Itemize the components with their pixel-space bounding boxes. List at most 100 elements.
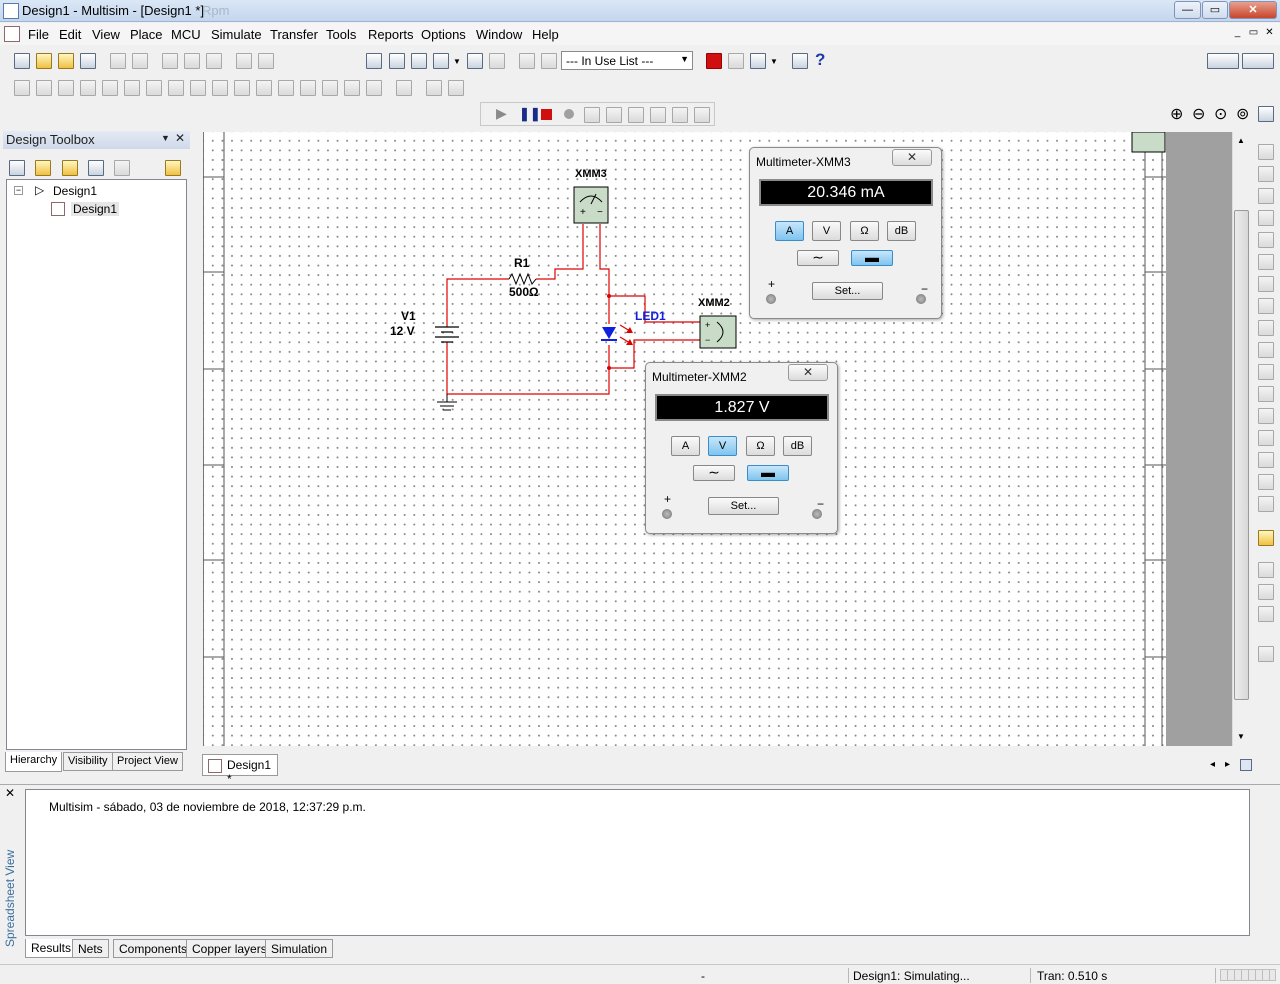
paste-icon[interactable] [206, 53, 222, 69]
xmm2-set-button[interactable]: Set... [708, 497, 779, 515]
mdi-restore-button[interactable]: ▭ [1246, 26, 1261, 40]
basic-component-icon[interactable] [36, 80, 52, 96]
multisim-app-icon[interactable] [3, 3, 19, 19]
connector-component-icon[interactable] [366, 80, 382, 96]
transfer-icon[interactable] [750, 53, 766, 69]
advanced-peripherals-icon[interactable] [278, 80, 294, 96]
minimize-button[interactable]: — [1174, 1, 1201, 19]
tab-simulation[interactable]: Simulation [265, 939, 334, 958]
toolbox-menu-arrow-icon[interactable]: ▼ [161, 133, 170, 143]
tab-list-icon[interactable] [1240, 759, 1252, 771]
menu-place[interactable]: Place [130, 27, 163, 42]
pause-at-next-icon[interactable] [564, 109, 574, 119]
xmm2-positive-terminal[interactable] [662, 509, 672, 519]
oscilloscope-icon[interactable] [1258, 210, 1274, 226]
undo-icon[interactable] [236, 53, 252, 69]
tree-item-design-root[interactable]: Design1 [53, 184, 97, 198]
xmm2-ohmmeter-button[interactable]: Ω [746, 436, 775, 456]
toolbox-close-icon[interactable]: ✕ [175, 131, 185, 145]
xmm3-voltmeter-button[interactable]: V [812, 221, 841, 241]
zoom-area-icon[interactable]: ⊙ [1214, 104, 1227, 124]
transfer-dropdown-arrow-icon[interactable]: ▼ [770, 57, 778, 66]
grapher-dropdown-arrow-icon[interactable]: ▼ [453, 57, 461, 66]
close-design-icon[interactable] [88, 160, 104, 176]
spectrum-analyzer-icon[interactable] [1258, 408, 1274, 424]
tab-visibility[interactable]: Visibility [63, 752, 113, 771]
cut-icon[interactable] [162, 53, 178, 69]
menu-reports[interactable]: Reports [368, 27, 414, 42]
power-component-icon[interactable] [234, 80, 250, 96]
function-generator-icon[interactable] [1258, 166, 1274, 182]
bode-plotter-icon[interactable] [1258, 254, 1274, 270]
toolbox-settings-icon[interactable] [165, 160, 181, 176]
diode-component-icon[interactable] [58, 80, 74, 96]
xmm3-ammeter-button[interactable]: A [775, 221, 804, 241]
agilent-generator-icon[interactable] [1258, 452, 1274, 468]
run-to-cursor-icon[interactable] [650, 107, 666, 123]
remove-breakpoints-icon[interactable] [694, 107, 710, 123]
place-bus-entry-icon[interactable] [448, 80, 464, 96]
cmos-component-icon[interactable] [146, 80, 162, 96]
tab-copper-layers[interactable]: Copper layers [186, 939, 273, 958]
ni-elvismx-icon[interactable] [1258, 584, 1274, 600]
xmm3-db-button[interactable]: dB [887, 221, 916, 241]
xmm2-negative-terminal[interactable] [812, 509, 822, 519]
xmm3-ac-button[interactable]: ∼ [797, 250, 839, 266]
xmm2-db-button[interactable]: dB [783, 436, 812, 456]
scroll-down-icon[interactable]: ▼ [1237, 732, 1245, 741]
word-generator-icon[interactable] [1258, 298, 1274, 314]
back-annotate-icon[interactable] [728, 53, 744, 69]
xmm3-negative-terminal[interactable] [916, 294, 926, 304]
grapher-icon[interactable] [433, 53, 449, 69]
erc-icon[interactable] [706, 53, 722, 69]
current-probe-icon[interactable] [1258, 606, 1274, 622]
xmm3-positive-terminal[interactable] [766, 294, 776, 304]
tab-project-view[interactable]: Project View [112, 752, 183, 771]
menu-window[interactable]: Window [476, 27, 522, 42]
pause-view-icon[interactable] [1242, 53, 1274, 69]
save-icon[interactable] [80, 53, 96, 69]
xmm2-voltmeter-button[interactable]: V [708, 436, 737, 456]
scroll-up-icon[interactable]: ▲ [1237, 136, 1245, 145]
new-file-icon[interactable] [14, 53, 30, 69]
spreadsheet-view-icon[interactable] [389, 53, 405, 69]
open-file-icon[interactable] [36, 53, 52, 69]
electromechanical-icon[interactable] [322, 80, 338, 96]
step-into-icon[interactable] [584, 107, 600, 123]
menu-help[interactable]: Help [532, 27, 559, 42]
open-design-icon[interactable] [35, 160, 51, 176]
analog-component-icon[interactable] [102, 80, 118, 96]
results-pane[interactable]: Multisim - sábado, 03 de noviembre de 20… [25, 789, 1250, 936]
xmm3-set-button[interactable]: Set... [812, 282, 883, 300]
tab-hierarchy[interactable]: Hierarchy [5, 752, 63, 772]
logic-converter-icon[interactable] [1258, 320, 1274, 336]
step-over-icon[interactable] [606, 107, 622, 123]
component-wizard-icon[interactable] [489, 53, 505, 69]
multimeter-xmm2-close-button[interactable]: ✕ [788, 364, 828, 381]
print-icon[interactable] [110, 53, 126, 69]
agilent-multimeter-icon[interactable] [1258, 474, 1274, 490]
maximize-button[interactable]: ▭ [1202, 1, 1228, 19]
tab-scroll-right-icon[interactable]: ▸ [1225, 759, 1230, 770]
zoom-out-icon[interactable]: ⊖ [1192, 104, 1205, 124]
tree-item-design-sheet[interactable]: Design1 [71, 202, 120, 216]
pause-simulation-icon[interactable]: ❚❚ [519, 106, 541, 122]
menu-options[interactable]: Options [421, 27, 466, 42]
mdi-close-button[interactable]: ✕ [1262, 26, 1277, 40]
iv-analyzer-icon[interactable] [1258, 364, 1274, 380]
tab-nets[interactable]: Nets [72, 939, 109, 958]
multimeter-instrument-icon[interactable] [1258, 144, 1274, 160]
find-examples-icon[interactable] [792, 53, 808, 69]
ni-component-icon[interactable] [344, 80, 360, 96]
help-icon[interactable]: ? [815, 50, 825, 70]
measurement-probe-icon[interactable] [1258, 530, 1274, 546]
disabled-action-icon[interactable] [114, 160, 130, 176]
network-analyzer-icon[interactable] [1258, 430, 1274, 446]
labview-instrument-icon[interactable] [1258, 562, 1274, 578]
source-component-icon[interactable] [14, 80, 30, 96]
zoom-in-icon[interactable]: ⊕ [1170, 104, 1183, 124]
menu-tools[interactable]: Tools [326, 27, 356, 42]
tree-collapse-icon[interactable]: − [14, 186, 23, 195]
menu-mcu[interactable]: MCU [171, 27, 201, 42]
transistor-component-icon[interactable] [80, 80, 96, 96]
